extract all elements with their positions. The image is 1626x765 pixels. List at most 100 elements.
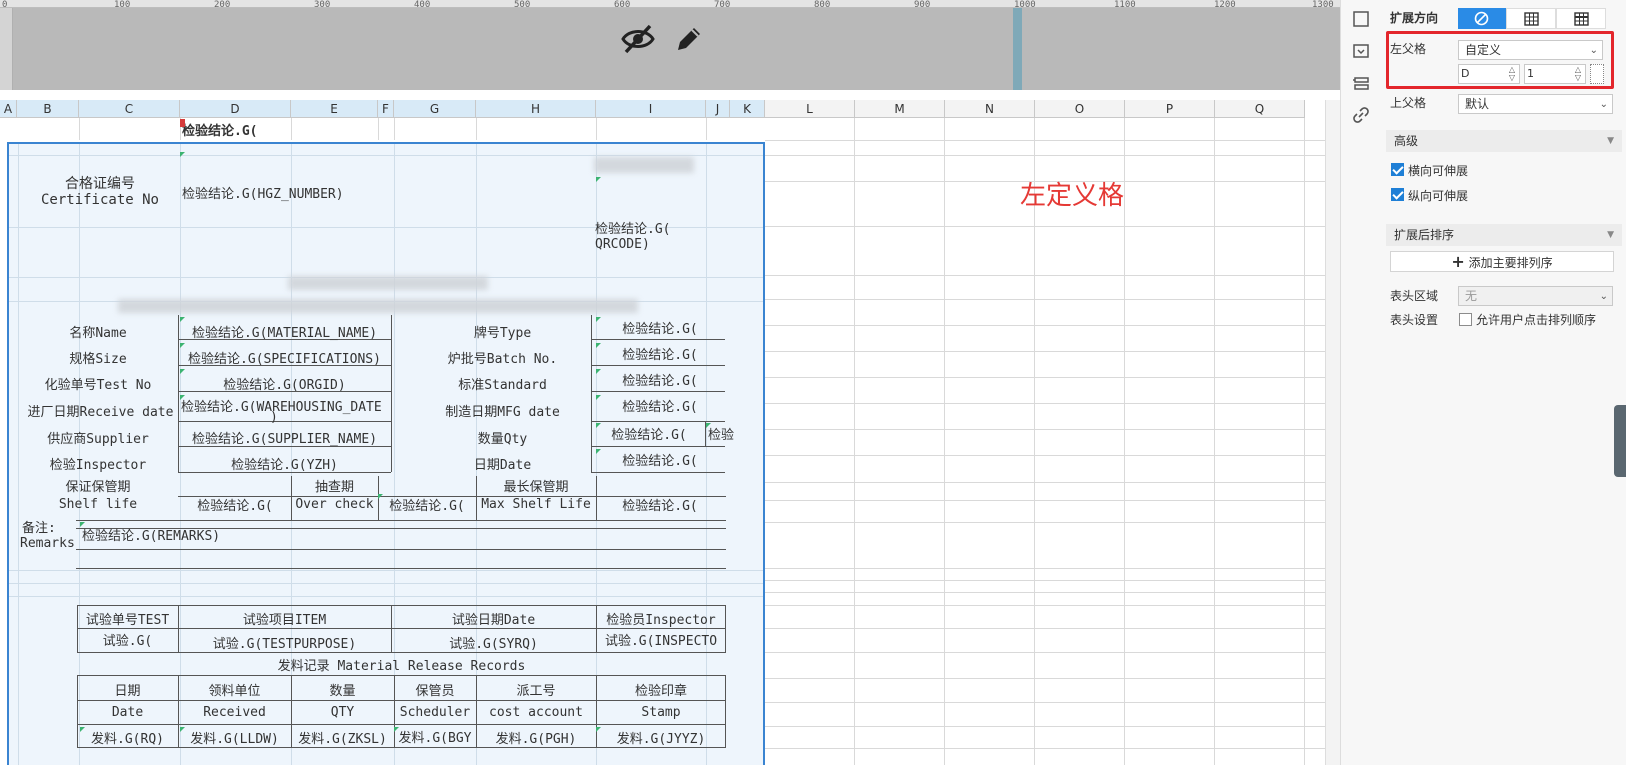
qty-value[interactable]: 检验结论.G( <box>594 424 704 443</box>
header-area-select[interactable]: 无 ⌄ <box>1458 286 1613 306</box>
vertical-expand-icon <box>1524 12 1539 26</box>
column-header-f[interactable]: F <box>378 100 394 118</box>
test-header-date: 试验日期Date <box>451 613 536 628</box>
advanced-label: 高级 <box>1394 134 1419 148</box>
shelf-life-label-cn: 保证保管期 <box>65 480 131 495</box>
cell-attribute-icon[interactable] <box>1352 10 1370 28</box>
eye-slash-icon[interactable] <box>620 22 656 56</box>
test-value-inspector[interactable]: 试验.G(INSPECTO <box>596 630 726 649</box>
qty-value-2[interactable]: 检验 <box>708 424 734 443</box>
receive-date-value[interactable]: 检验结论.G(WAREHOUSING_DATE <box>181 396 382 415</box>
add-sort-label: 添加主要排列序 <box>1468 256 1553 270</box>
upper-parent-label: 上父格 <box>1390 96 1427 110</box>
release-header-scheduler-en: Scheduler <box>399 705 471 720</box>
qty-label: 数量Qty <box>477 432 528 447</box>
name-value[interactable]: 检验结论.G(MATERIAL_NAME) <box>178 322 391 341</box>
qrcode-value-line2[interactable]: QRCODE) <box>595 237 650 252</box>
qrcode-value-line1[interactable]: 检验结论.G( <box>595 218 670 237</box>
vertical-expand-checkbox[interactable] <box>1391 188 1404 201</box>
column-header-c[interactable]: C <box>79 100 180 118</box>
standard-value[interactable]: 检验结论.G( <box>594 370 726 389</box>
add-sort-button[interactable]: + 添加主要排列序 <box>1390 251 1614 272</box>
date-value[interactable]: 检验结论.G( <box>594 450 726 469</box>
page-boundary-marker[interactable] <box>1013 8 1022 90</box>
vertical-scrollbar[interactable] <box>1325 100 1340 765</box>
upper-parent-select[interactable]: 默认 ⌄ <box>1458 94 1613 114</box>
release-value-qty[interactable]: 发料.G(ZKSL) <box>291 728 394 747</box>
release-header-date-cn: 日期 <box>114 684 141 699</box>
blurred-region <box>118 299 638 313</box>
shelf-life-label-en: Shelf life <box>58 497 138 512</box>
column-header-b[interactable]: B <box>17 100 79 118</box>
release-header-qty-cn: 数量 <box>329 684 356 699</box>
test-value-date[interactable]: 试验.G(SYRQ) <box>391 633 596 652</box>
column-header-e[interactable]: E <box>291 100 378 118</box>
collapse-icon: ▼ <box>1607 136 1614 146</box>
advanced-section-header[interactable]: 高级 ▼ <box>1386 130 1622 152</box>
release-header-qty-en: QTY <box>330 705 355 720</box>
column-header-o[interactable]: O <box>1035 100 1125 118</box>
inspector-label: 检验Inspector <box>49 458 147 473</box>
release-value-scheduler[interactable]: 发料.G(BGY <box>394 727 476 746</box>
expand-none-button[interactable] <box>1458 8 1506 29</box>
column-header-d[interactable]: D <box>180 100 291 118</box>
allow-sort-label: 允许用户点击排列顺序 <box>1476 313 1597 327</box>
top-formula-cell[interactable]: 检验结论.G( <box>182 120 257 139</box>
column-header-l[interactable]: L <box>765 100 855 118</box>
name-label: 名称Name <box>69 326 127 341</box>
certificate-value[interactable]: 检验结论.G(HGZ_NUMBER) <box>182 183 344 202</box>
release-value-cost[interactable]: 发料.G(PGH) <box>476 728 596 747</box>
column-header-a[interactable]: A <box>0 100 17 118</box>
vertical-expand-label: 纵向可伸展 <box>1408 189 1469 203</box>
side-handle[interactable] <box>1614 405 1626 477</box>
pencil-icon[interactable] <box>672 22 702 56</box>
expand-horizontal-button[interactable] <box>1556 8 1606 29</box>
supplier-label: 供应商Supplier <box>47 432 149 447</box>
link-icon[interactable] <box>1352 106 1370 124</box>
shelf-life-value[interactable]: 检验结论.G( <box>180 495 290 514</box>
horizontal-expand-icon <box>1574 12 1589 26</box>
cell-element-icon[interactable] <box>1352 42 1370 60</box>
receive-date-value-end[interactable]: ) <box>270 410 278 425</box>
release-value-stamp[interactable]: 发料.G(JYYZ) <box>596 728 726 747</box>
test-value-no[interactable]: 试验.G( <box>77 630 178 649</box>
mfg-date-value[interactable]: 检验结论.G( <box>594 396 726 415</box>
size-value[interactable]: 检验结论.G(SPECIFICATIONS) <box>178 348 391 367</box>
inspector-value[interactable]: 检验结论.G(YZH) <box>178 454 391 473</box>
plus-icon: + <box>1451 252 1465 271</box>
test-header-item: 试验项目ITEM <box>242 613 327 628</box>
remarks-value[interactable]: 检验结论.G(REMARKS) <box>82 525 220 544</box>
test-no-value[interactable]: 检验结论.G(ORGID) <box>178 374 391 393</box>
remarks-label-en: Remarks <box>20 536 75 551</box>
release-value-received[interactable]: 发料.G(LLDW) <box>178 728 291 747</box>
horizontal-expand-checkbox[interactable] <box>1391 163 1404 176</box>
over-check-value[interactable]: 检验结论.G( <box>378 495 476 514</box>
expand-vertical-button[interactable] <box>1506 8 1556 29</box>
max-shelf-value[interactable]: 检验结论.G( <box>594 495 726 514</box>
supplier-value[interactable]: 检验结论.G(SUPPLIER_NAME) <box>178 428 391 447</box>
test-value-item[interactable]: 试验.G(TESTPURPOSE) <box>178 633 391 652</box>
column-header-k[interactable]: K <box>730 100 765 118</box>
column-header-j[interactable]: J <box>706 100 730 118</box>
condition-icon[interactable] <box>1352 74 1370 92</box>
batch-value[interactable]: 检验结论.G( <box>594 344 726 363</box>
column-header-n[interactable]: N <box>945 100 1035 118</box>
max-shelf-label-cn: 最长保管期 <box>503 480 569 495</box>
column-header-g[interactable]: G <box>394 100 476 118</box>
annotation-text: 左定义格 <box>1020 181 1125 211</box>
expand-direction-label: 扩展方向 <box>1390 11 1439 25</box>
column-header-i[interactable]: I <box>596 100 706 118</box>
column-header-h[interactable]: H <box>476 100 596 118</box>
allow-sort-checkbox[interactable] <box>1459 313 1472 326</box>
spreadsheet-grid[interactable]: A B C D E F G H I J K L M N O P Q 检验结论.G… <box>0 100 1340 765</box>
column-header-q[interactable]: Q <box>1215 100 1305 118</box>
over-check-label-en: Over check <box>295 497 374 512</box>
upper-parent-value: 默认 <box>1465 97 1490 111</box>
column-header-p[interactable]: P <box>1125 100 1215 118</box>
type-value[interactable]: 检验结论.G( <box>594 318 726 337</box>
column-header-m[interactable]: M <box>855 100 945 118</box>
release-value-date[interactable]: 发料.G(RQ) <box>77 728 178 747</box>
property-icon-bar <box>1340 0 1380 765</box>
sort-section-header[interactable]: 扩展后排序 ▼ <box>1386 224 1622 246</box>
horizontal-expand-label: 横向可伸展 <box>1408 164 1469 178</box>
